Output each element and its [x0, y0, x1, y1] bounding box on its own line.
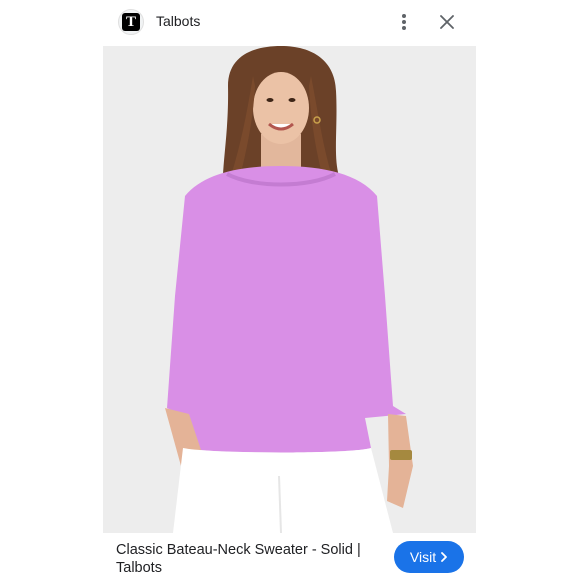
- logo-letter: T: [125, 13, 136, 30]
- header: T Talbots: [0, 0, 580, 44]
- product-image[interactable]: [103, 46, 476, 533]
- more-vert-icon: [402, 14, 406, 30]
- talbots-logo-icon: T: [122, 13, 140, 31]
- visit-button[interactable]: Visit: [394, 541, 464, 573]
- product-photo: [103, 46, 476, 533]
- chevron-right-icon: [441, 552, 447, 562]
- visit-label: Visit: [409, 549, 437, 565]
- close-icon: [440, 15, 454, 29]
- close-button[interactable]: [436, 11, 458, 33]
- site-name[interactable]: Talbots: [156, 13, 200, 29]
- product-title[interactable]: Classic Bateau-Neck Sweater - Solid | Ta…: [116, 541, 378, 577]
- more-options-button[interactable]: [394, 11, 414, 33]
- site-logo[interactable]: T: [118, 9, 144, 35]
